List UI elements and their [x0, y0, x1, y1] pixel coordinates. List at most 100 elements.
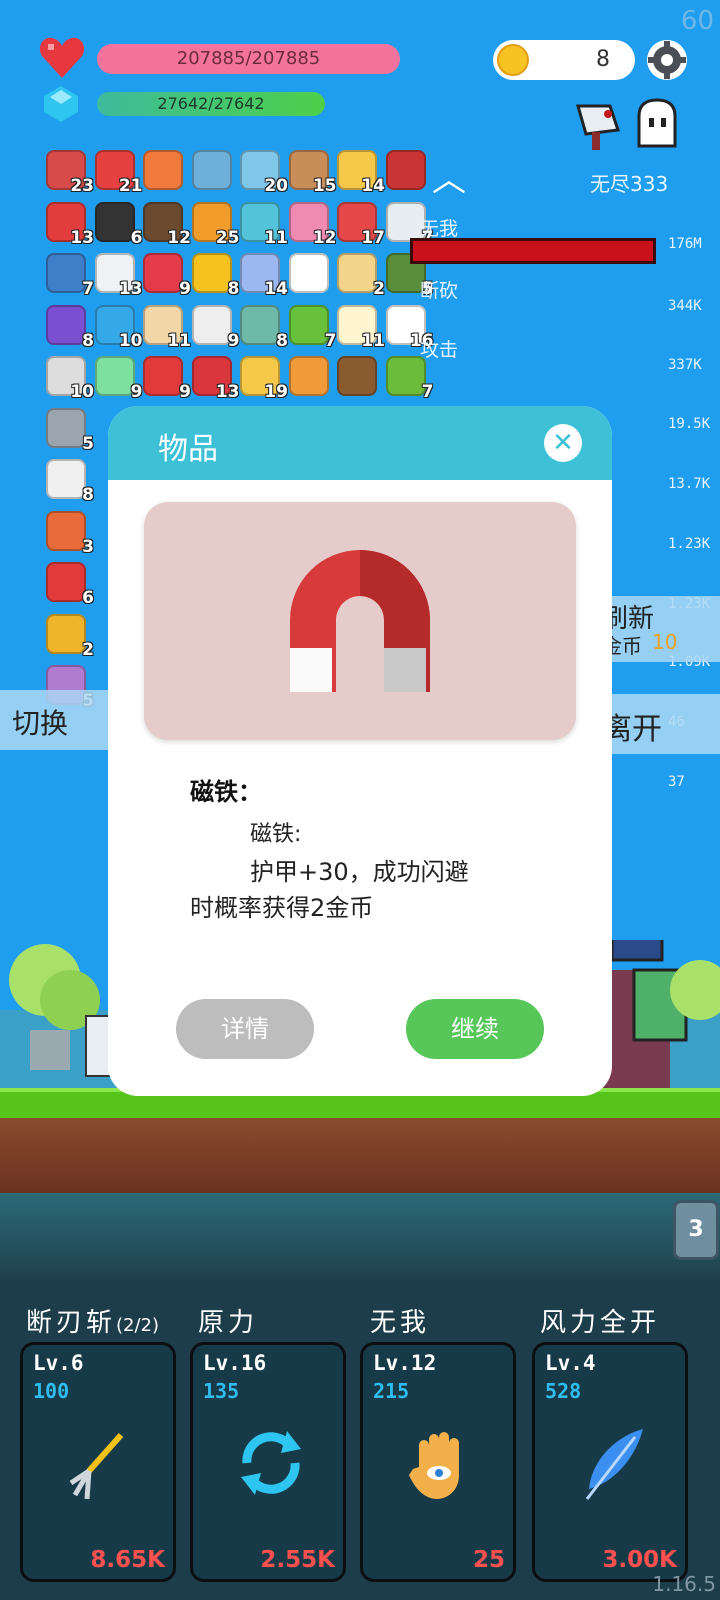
collapse-chevron-icon[interactable]: ︿ [432, 152, 466, 201]
stage-badge[interactable]: 3 [673, 1200, 719, 1260]
item-count: 19 [264, 382, 288, 402]
coin-value: 8 [596, 47, 610, 72]
item-count: 9 [179, 279, 191, 299]
sun-cloud-icon[interactable]: 14 [337, 150, 385, 196]
feather-icon [585, 1429, 643, 1500]
skill-name: 断刃斩 [26, 1308, 117, 1338]
item-count: 6 [130, 227, 143, 248]
gift-icon[interactable]: 6 [46, 562, 94, 608]
slime-icon[interactable]: 7 [385, 356, 434, 402]
skill-mana-cost: 135 [203, 1379, 240, 1403]
damage-value: 1.23K [668, 536, 711, 552]
item-count: 11 [167, 330, 191, 351]
scroll-yellow-icon[interactable]: 2 [46, 613, 94, 660]
dirt-ground [0, 1118, 720, 1193]
item-count: 8 [82, 330, 94, 351]
cauldron-icon[interactable]: 6 [94, 201, 143, 248]
skill-card[interactable]: Lv.12 215 25 [360, 1342, 516, 1582]
item-count: 21 [118, 176, 143, 196]
ghost-green-icon[interactable]: 9 [94, 356, 143, 402]
item-count: 9 [227, 330, 240, 351]
briefcase-icon[interactable] [288, 356, 329, 396]
gold-crown-icon[interactable]: 19 [240, 356, 288, 402]
item-count: 7 [324, 330, 337, 351]
item-desc-line3: 时概率获得2金币 [190, 894, 374, 922]
mushroom-icon[interactable]: 9 [143, 356, 191, 402]
pill-icon[interactable]: 14 [240, 253, 288, 299]
item-count: 8 [227, 279, 240, 299]
item-desc-line2: 护甲+30，成功闪避 [250, 858, 469, 886]
bulb-icon[interactable]: 8 [46, 459, 94, 505]
crown-icon[interactable] [143, 150, 183, 190]
apple-icon[interactable]: 13 [46, 201, 94, 248]
item-dialog: 物品 ✕ 磁铁： 磁铁: 护甲+30，成功闪避 时概率获得2金币 详情 继续 [108, 406, 612, 1096]
continue-button[interactable]: 继续 [406, 999, 544, 1059]
hand-eye-icon [409, 1432, 459, 1499]
magnifier-icon[interactable] [191, 150, 232, 190]
item-count: 11 [264, 227, 288, 248]
map-icon[interactable]: 2 [337, 253, 385, 299]
item-count: 15 [312, 176, 337, 196]
hp-bar: 207885/207885 [97, 44, 400, 74]
skill-card[interactable]: Lv.4 528 3.00K [532, 1342, 688, 1582]
item-desc-line1: 磁铁: [250, 822, 302, 847]
coconut-icon[interactable]: 12 [143, 201, 191, 248]
lime-icon[interactable]: 7 [288, 304, 337, 351]
skill-level: Lv.6 [33, 1351, 84, 1375]
disc-icon[interactable]: 8 [240, 304, 288, 351]
sunflower-icon[interactable]: 8 [191, 253, 240, 299]
envelope-icon[interactable]: 13 [94, 253, 143, 299]
item-count: 14 [361, 176, 385, 196]
skill-card[interactable]: Lv.6 100 8.65K [20, 1342, 176, 1582]
book-icon[interactable]: 25 [191, 201, 240, 248]
scroll-icon[interactable]: 11 [240, 201, 288, 248]
skill-title: 无我 [370, 1302, 430, 1339]
item-count: 13 [118, 279, 143, 299]
item-count: 2 [82, 639, 94, 660]
watermelon-icon[interactable]: 17 [337, 201, 385, 248]
details-button[interactable]: 详情 [176, 999, 314, 1059]
damage-value: 176M [668, 236, 702, 252]
skill-card[interactable]: Lv.16 135 2.55K [190, 1342, 346, 1582]
cleaver-boss-icon[interactable] [572, 96, 628, 152]
purple-box-icon[interactable]: 8 [46, 304, 94, 351]
magnet-icon[interactable] [385, 150, 426, 190]
item-count: 9 [179, 382, 191, 402]
cards-icon[interactable]: 10 [46, 356, 94, 402]
item-count: 12 [312, 227, 337, 248]
ghost-icon[interactable] [633, 98, 681, 148]
hand-icon[interactable]: 11 [143, 304, 191, 351]
ice-cream-icon[interactable]: 12 [288, 201, 337, 248]
sock-icon[interactable]: 21 [94, 150, 143, 196]
skill-level: Lv.12 [373, 1351, 437, 1375]
leave-button[interactable]: 离开 [596, 694, 720, 754]
settings-gear-icon[interactable] [645, 38, 689, 82]
mana-bar: 27642/27642 [97, 92, 325, 116]
axe-icon[interactable]: 5 [46, 407, 94, 454]
skill-upgrade-price: 3.00K [602, 1547, 677, 1573]
strawberry-icon[interactable]: 13 [191, 356, 240, 402]
shield-icon[interactable]: 7 [46, 253, 94, 299]
donut-icon[interactable]: 15 [288, 150, 337, 196]
heart-icon[interactable]: 9 [143, 253, 191, 299]
endless-mode-label[interactable]: 无尽333 [590, 168, 668, 197]
item-count: 7 [421, 382, 434, 402]
flag-icon[interactable]: 3 [46, 510, 94, 557]
speech-bubble-icon[interactable] [288, 253, 329, 293]
close-icon[interactable]: ✕ [544, 424, 582, 462]
star-card-icon[interactable]: 20 [240, 150, 288, 196]
fried-egg-icon[interactable]: 11 [337, 304, 385, 351]
chat-icon[interactable]: 10 [94, 304, 143, 351]
item-count: 8 [82, 485, 94, 505]
dialog-header: 物品 ✕ [108, 406, 612, 480]
item-count: 12 [167, 227, 191, 248]
switch-button[interactable]: 切换 [0, 690, 110, 750]
damage-source-name: 无我 [420, 218, 459, 240]
chest-icon[interactable] [337, 356, 377, 396]
skill-upgrade-price: 25 [472, 1547, 505, 1573]
item-count: 14 [264, 279, 288, 299]
dice-icon[interactable]: 9 [191, 304, 240, 351]
jam-jar-icon[interactable]: 23 [46, 150, 94, 196]
refresh-shop-button[interactable]: 刷新 金币 10 [596, 596, 720, 662]
item-count: 6 [82, 588, 94, 608]
